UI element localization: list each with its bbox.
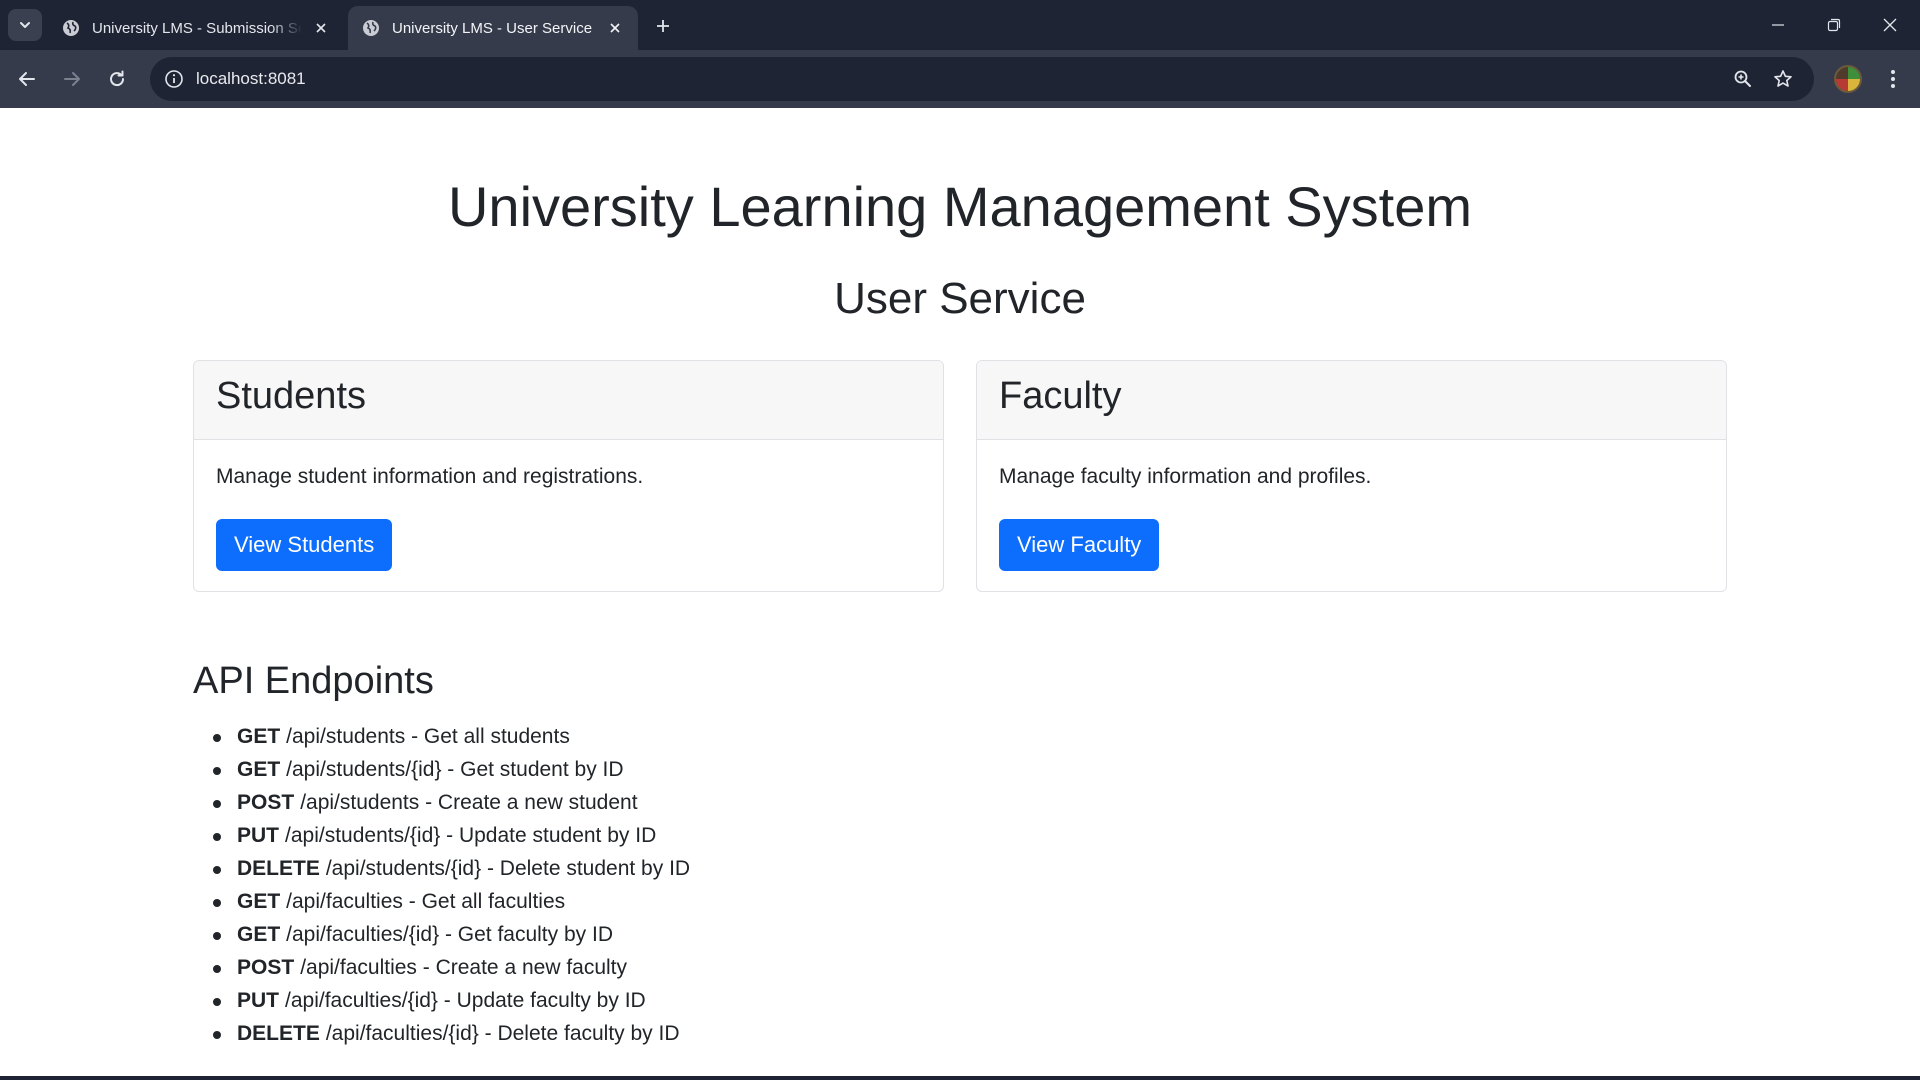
close-tab-icon[interactable] (310, 17, 332, 39)
globe-icon (363, 20, 379, 36)
close-icon (1883, 18, 1897, 32)
endpoint-item: PUT/api/students/{id} - Update student b… (212, 819, 690, 852)
endpoint-item: GET/api/faculties - Get all faculties (212, 885, 690, 918)
endpoint-method: GET (237, 725, 281, 748)
api-endpoints-heading: API Endpoints (193, 660, 434, 702)
forward-button[interactable] (55, 62, 89, 96)
card-header-faculty: Faculty (977, 361, 1726, 440)
endpoint-item: GET/api/students - Get all students (212, 720, 690, 753)
bookmark-star-icon[interactable] (1770, 66, 1796, 92)
endpoint-description: /api/students/{id} - Delete student by I… (325, 857, 691, 880)
minimize-button[interactable] (1750, 0, 1806, 50)
students-card: Students Manage student information and … (193, 360, 944, 592)
endpoint-method: GET (237, 923, 281, 946)
plus-icon (657, 20, 669, 32)
endpoint-method: POST (237, 791, 295, 814)
tab-title: University LMS - User Service (392, 19, 593, 37)
endpoint-method: DELETE (237, 857, 320, 880)
restore-icon (1827, 18, 1841, 32)
endpoint-description: /api/faculties/{id} - Update faculty by … (285, 989, 646, 1012)
card-text-students: Manage student information and registrat… (216, 465, 644, 488)
endpoint-method: PUT (237, 824, 279, 847)
endpoint-description: /api/students - Create a new student (300, 791, 638, 814)
globe-icon (63, 20, 79, 36)
minimize-icon (1772, 24, 1784, 26)
view-faculty-button[interactable]: View Faculty (999, 519, 1160, 571)
endpoint-method: POST (237, 956, 295, 979)
endpoint-item: GET/api/students/{id} - Get student by I… (212, 753, 690, 786)
api-endpoints-list: GET/api/students - Get all students GET /… (212, 720, 691, 1050)
tab-submission-service[interactable]: University LMS - Submission Service (48, 6, 344, 50)
card-header-students: Students (194, 361, 943, 440)
new-tab-button[interactable] (650, 13, 676, 39)
url-text[interactable]: localhost:8081 (196, 69, 306, 89)
endpoint-method: GET (237, 890, 281, 913)
faculty-card: Faculty Manage faculty information and p… (976, 360, 1727, 592)
restore-button[interactable] (1806, 0, 1862, 50)
endpoint-method: DELETE (237, 1022, 320, 1045)
back-arrow-icon (19, 72, 35, 86)
zoom-icon[interactable] (1730, 66, 1756, 92)
chevron-down-icon (20, 22, 30, 28)
tab-title: University LMS - Submission Service (92, 19, 302, 37)
tab-search-button[interactable] (8, 9, 42, 41)
endpoint-method: PUT (237, 989, 279, 1012)
page-subtitle: User Service (834, 274, 1086, 323)
window-bottom-border (0, 1076, 1920, 1080)
endpoint-item: DELETE/api/students/{id} - Delete studen… (212, 852, 691, 885)
endpoint-description: /api/faculties - Get all faculties (286, 890, 566, 913)
window-close-button[interactable] (1862, 0, 1918, 50)
endpoint-item: POST/api/students - Create a new student (212, 786, 690, 819)
endpoint-description: /api/faculties/{id} - Delete faculty by … (325, 1022, 680, 1045)
endpoint-description: /api/students/{id} - Update student by I… (285, 824, 657, 847)
back-button[interactable] (10, 62, 44, 96)
profile-avatar[interactable] (1834, 65, 1862, 93)
endpoint-method: GET (237, 758, 281, 781)
card-text-faculty: Manage faculty information and profiles. (999, 465, 1372, 488)
kebab-menu-icon (1891, 70, 1895, 88)
browser-toolbar: localhost:8081 (0, 50, 1920, 108)
site-info-icon[interactable] (162, 67, 186, 91)
endpoint-description: /api/faculties/{id} - Get faculty by ID (286, 923, 613, 946)
forward-arrow-icon (64, 72, 80, 86)
endpoint-description: /api/faculties - Create a new faculty (300, 956, 628, 979)
browser-tab-strip: University LMS - Submission Service Univ… (0, 0, 1920, 50)
endpoint-description: /api/students/{id} - Get student by ID (286, 758, 624, 781)
page-viewport: University Learning Management System Us… (0, 108, 1920, 1076)
tab-user-service[interactable]: University LMS - User Service (348, 6, 638, 50)
endpoint-item: POST/api/faculties - Create a new facult… (212, 951, 690, 984)
endpoint-item: DELETE/api/faculties/{id} - Delete facul… (212, 1017, 690, 1050)
endpoint-item: PUT/api/faculties/{id} - Update faculty … (212, 984, 690, 1017)
reload-button[interactable] (100, 62, 134, 96)
reload-icon (110, 70, 125, 87)
endpoint-item: GET/api/faculties/{id} - Get faculty by … (212, 918, 690, 951)
address-bar[interactable]: localhost:8081 (150, 57, 1814, 101)
view-students-button[interactable]: View Students (216, 519, 393, 571)
browser-menu-button[interactable] (1878, 62, 1908, 96)
close-tab-icon[interactable] (604, 17, 626, 39)
page-title: University Learning Management System (447, 175, 1473, 238)
endpoint-description: /api/students - Get all students (286, 725, 570, 748)
